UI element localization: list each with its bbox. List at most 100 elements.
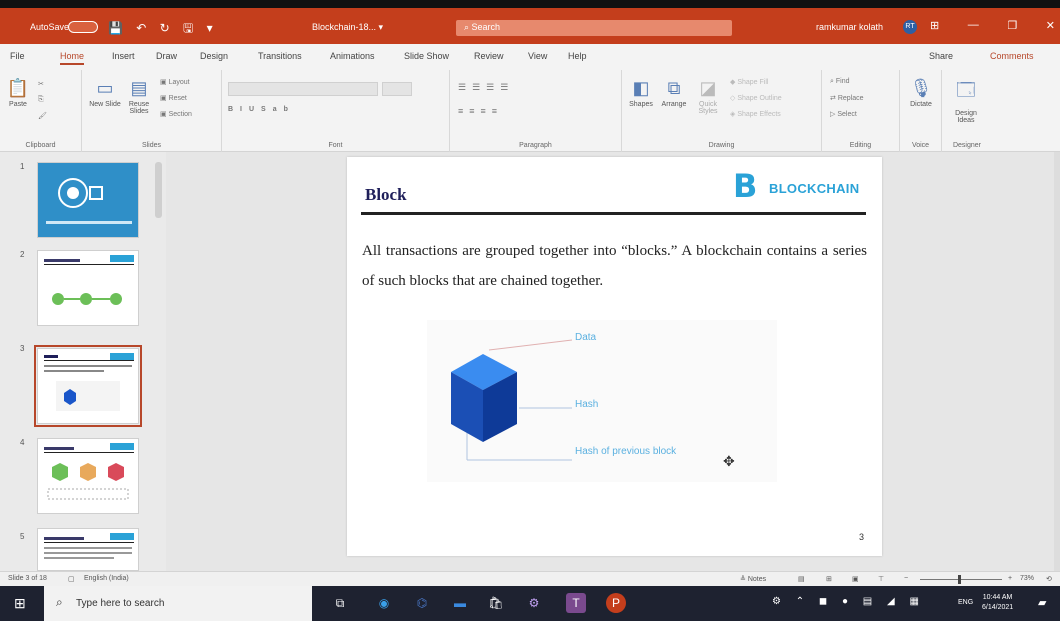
- thumbnail-scrollbar[interactable]: [155, 162, 162, 218]
- slide-thumbnail-5[interactable]: [37, 528, 139, 571]
- settings-icon[interactable]: ⚙: [524, 593, 544, 613]
- clock-time: 10:44 AM: [982, 594, 1013, 601]
- slide-number-label: 4: [20, 438, 25, 447]
- tab-file[interactable]: File: [10, 51, 25, 61]
- tab-insert[interactable]: Insert: [112, 51, 135, 61]
- shapes-button[interactable]: ◧ Shapes: [626, 78, 656, 108]
- notes-label: Notes: [747, 576, 767, 583]
- powerpoint-icon[interactable]: P: [606, 593, 626, 613]
- copy-icon[interactable]: ⎘: [38, 96, 44, 104]
- normal-view-icon[interactable]: ▤: [798, 575, 805, 583]
- clock-date: 6/14/2021: [982, 604, 1014, 611]
- format-painter-icon[interactable]: 🖌: [38, 112, 47, 120]
- replace-button[interactable]: ⇄ Replace: [830, 94, 864, 102]
- slideshow-view-icon[interactable]: ⊤: [878, 575, 884, 583]
- shape-effects-button[interactable]: ◈ Shape Effects: [730, 110, 781, 118]
- reuse-slides-icon: ▤: [130, 78, 148, 98]
- slide-thumbnail-4[interactable]: [37, 438, 139, 514]
- font-name-select[interactable]: [228, 82, 378, 96]
- shape-fill-button[interactable]: ◆ Shape Fill: [730, 78, 768, 86]
- quick-access-toolbar[interactable]: 💾 ↶ ↻ 🖫 ▾: [108, 19, 218, 40]
- tab-slide-show[interactable]: Slide Show: [404, 51, 449, 61]
- tab-help[interactable]: Help: [568, 51, 587, 61]
- close-icon[interactable]: ✕: [1046, 19, 1055, 32]
- minimize-icon[interactable]: —: [968, 19, 979, 32]
- user-name[interactable]: ramkumar kolath: [816, 22, 883, 32]
- layout-button[interactable]: ▣ Layout: [160, 78, 190, 86]
- find-button[interactable]: ⌕ Find: [830, 78, 850, 86]
- paste-button[interactable]: 📋 Paste: [4, 78, 32, 108]
- teams-icon[interactable]: T: [566, 593, 586, 613]
- zoom-in-icon[interactable]: +: [1008, 575, 1012, 582]
- comments-button[interactable]: Comments: [990, 51, 1034, 61]
- autosave-label: AutoSave: [30, 22, 70, 32]
- new-slide-button[interactable]: ▭ New Slide: [88, 78, 122, 108]
- zoom-out-icon[interactable]: −: [904, 575, 908, 582]
- cut-icon[interactable]: ✂: [38, 80, 44, 88]
- document-title[interactable]: Blockchain-18... ▾: [312, 22, 383, 33]
- system-tray[interactable]: ⚙ ⌃ ◼ ● ▤ ◢ ▦: [772, 596, 925, 607]
- quick-styles-button[interactable]: ◪ Quick Styles: [692, 78, 724, 115]
- align-buttons[interactable]: ≡≡≡≡: [458, 106, 503, 116]
- tab-home[interactable]: Home: [60, 51, 85, 65]
- design-ideas-icon: 🗔: [956, 80, 976, 100]
- clock[interactable]: 10:44 AM 6/14/2021: [982, 593, 1013, 613]
- title-divider: [361, 212, 866, 215]
- notification-icon[interactable]: ▰: [1038, 596, 1046, 609]
- shape-fill-label: Shape Fill: [737, 79, 769, 86]
- slide-canvas[interactable]: Block B BLOCKCHAIN All transactions are …: [347, 157, 882, 556]
- zoom-slider[interactable]: [920, 579, 1002, 580]
- tab-view[interactable]: View: [528, 51, 547, 61]
- select-button[interactable]: ▷ Select: [830, 110, 857, 118]
- store-icon[interactable]: 🛍: [486, 593, 506, 613]
- tab-animations[interactable]: Animations: [330, 51, 375, 61]
- autosave-toggle[interactable]: [68, 21, 98, 33]
- reuse-slides-button[interactable]: ▤ Reuse Slides: [122, 78, 156, 115]
- status-bar: Slide 3 of 18 ▢ English (India) ≜ Notes …: [0, 571, 1060, 586]
- taskbar-search[interactable]: ⌕ Type here to search: [44, 586, 312, 621]
- reset-button[interactable]: ▣ Reset: [160, 94, 187, 102]
- fit-slide-icon[interactable]: ⟲: [1046, 575, 1052, 583]
- notes-button[interactable]: ≜ Notes: [740, 575, 766, 583]
- slide-title[interactable]: Block: [365, 185, 407, 205]
- ribbon-display-icon[interactable]: ⊞: [930, 19, 939, 32]
- slide-body-text[interactable]: All transactions are grouped together in…: [362, 236, 867, 296]
- design-ideas-button[interactable]: 🗔 Design Ideas: [946, 78, 986, 124]
- dictate-button[interactable]: 🎙 Dictate: [904, 78, 938, 108]
- slide-thumbnail-3[interactable]: [34, 345, 142, 427]
- font-size-select[interactable]: [382, 82, 412, 96]
- share-button[interactable]: Share: [929, 51, 953, 61]
- maximize-icon[interactable]: ❐: [1007, 19, 1017, 32]
- edge-icon[interactable]: ◉: [374, 593, 394, 613]
- paste-icon: 📋: [6, 78, 30, 98]
- mail-icon[interactable]: ▬: [450, 593, 470, 613]
- windows-start-icon[interactable]: ⊞: [14, 595, 26, 612]
- language-status[interactable]: English (India): [84, 575, 129, 582]
- shapes-label: Shapes: [629, 101, 653, 108]
- taskbar: ⊞ ⌕ Type here to search ⧉ ◉ ⌬ ▬ 🛍 ⚙ T P …: [0, 586, 1060, 621]
- tab-design[interactable]: Design: [200, 51, 228, 61]
- slide-thumbnail-2[interactable]: [37, 250, 139, 326]
- zoom-slider-knob[interactable]: [958, 575, 961, 584]
- reading-view-icon[interactable]: ▣: [852, 575, 859, 583]
- shapes-icon: ◧: [632, 78, 650, 98]
- slide-thumbnail-1[interactable]: [37, 162, 139, 238]
- shape-outline-button[interactable]: ◇ Shape Outline: [730, 94, 782, 102]
- vscode-icon[interactable]: ⌬: [412, 593, 432, 613]
- edit-area-scrollbar[interactable]: [1054, 152, 1060, 571]
- tab-review[interactable]: Review: [474, 51, 504, 61]
- tab-transitions[interactable]: Transitions: [258, 51, 302, 61]
- arrange-button[interactable]: ⧉ Arrange: [658, 78, 690, 108]
- task-view-icon[interactable]: ⧉: [330, 593, 350, 613]
- slide-sorter-icon[interactable]: ⊞: [826, 575, 832, 583]
- language-indicator[interactable]: ENG: [958, 599, 973, 606]
- section-button[interactable]: ▣ Section: [160, 110, 192, 118]
- accessibility-icon[interactable]: ▢: [68, 575, 75, 583]
- taskbar-search-placeholder: Type here to search: [76, 598, 165, 609]
- zoom-level[interactable]: 73%: [1020, 575, 1034, 582]
- avatar[interactable]: RT: [903, 20, 917, 34]
- search-box[interactable]: ⌕ Search: [456, 20, 732, 36]
- bullet-list-buttons[interactable]: ☰☰☰☰: [458, 82, 514, 93]
- tab-draw[interactable]: Draw: [156, 51, 177, 61]
- font-format-buttons[interactable]: BIUSab: [228, 106, 295, 113]
